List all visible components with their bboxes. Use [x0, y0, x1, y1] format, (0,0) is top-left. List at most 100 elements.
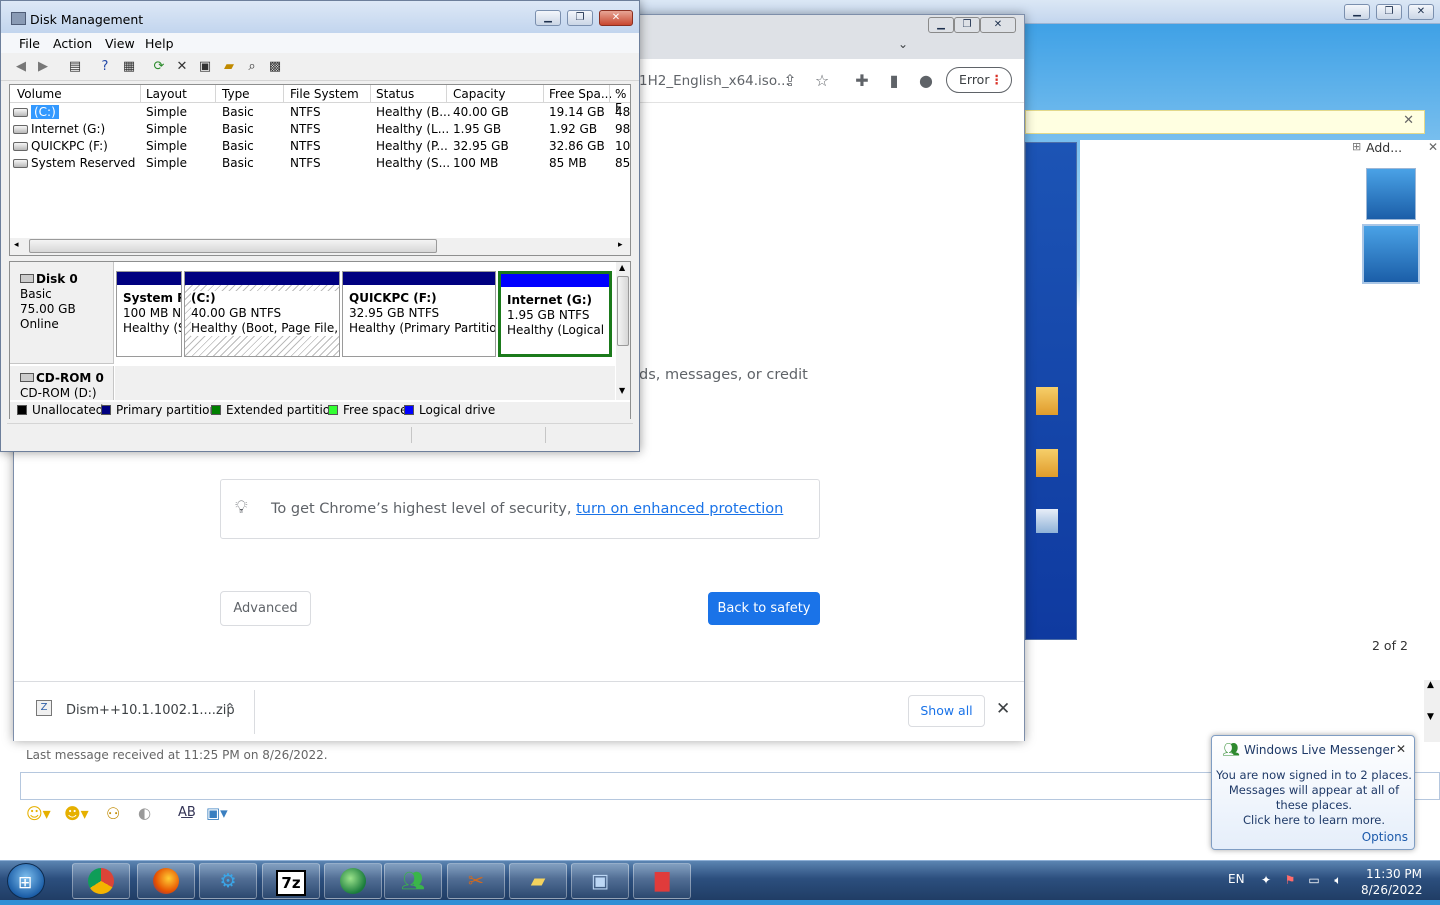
close-icon[interactable]: ✕	[996, 699, 1010, 719]
table-row[interactable]: QUICKPC (F:) Simple Basic NTFS Healthy (…	[10, 138, 630, 155]
close-icon[interactable]: ✕	[1403, 113, 1414, 128]
tab-search-chevron-icon[interactable]: ⌄	[898, 37, 908, 51]
scroll-down-icon[interactable]: ▼	[619, 386, 625, 395]
volume-icon[interactable]: 🔈︎	[1330, 873, 1346, 889]
download-filename[interactable]: Dism++10.1.1002.1....zip	[66, 703, 235, 718]
start-button[interactable]: ⊞	[7, 863, 45, 899]
taskbar-folder[interactable]: ▰	[509, 863, 567, 899]
scroll-up-icon[interactable]: ▲	[619, 263, 625, 272]
clock-date[interactable]: 8/26/2022	[1361, 883, 1423, 897]
messenger-tray-icon[interactable]: ✦	[1258, 873, 1274, 889]
minimize-button[interactable]: ▁	[535, 10, 561, 26]
network-error-icon[interactable]: ⚑	[1282, 873, 1298, 889]
menu-help[interactable]: Help	[145, 36, 174, 51]
back-arrow-icon[interactable]: ◀	[13, 59, 29, 75]
share-icon[interactable]: ⇪	[780, 71, 800, 91]
partition-c[interactable]: (C:) 40.00 GB NTFS Healthy (Boot, Page F…	[184, 271, 340, 357]
close-icon[interactable]: ✕	[1428, 140, 1438, 154]
menu-action[interactable]: Action	[53, 36, 92, 51]
messenger-notification[interactable]: 👥︎ Windows Live Messenger ✕ You are now …	[1211, 735, 1415, 850]
taskbar-toolbox[interactable]: ▇	[633, 863, 691, 899]
column-header-percent-free[interactable]: % F	[615, 87, 630, 115]
table-row[interactable]: (C:) Simple Basic NTFS Healthy (B... 40.…	[10, 104, 630, 121]
taskbar-remote-desktop[interactable]: ▣	[571, 863, 629, 899]
address-bar-text[interactable]: 1H2_English_x64.iso...	[639, 73, 790, 89]
scroll-right-icon[interactable]: ▸	[618, 240, 623, 250]
minimize-button[interactable]: ▁	[1344, 4, 1370, 20]
close-button[interactable]: ✕	[980, 17, 1016, 33]
help-icon[interactable]: ?	[97, 59, 113, 75]
column-header-type[interactable]: Type	[222, 87, 250, 103]
settings-icon[interactable]: ▩	[267, 59, 283, 75]
taskbar-tools[interactable]: ✂	[447, 863, 505, 899]
scrollbar[interactable]: ▲ ▼	[1424, 680, 1440, 742]
menu-file[interactable]: File	[19, 36, 40, 51]
emoticon-icon[interactable]: ☺▾	[26, 804, 51, 823]
column-header-volume[interactable]: Volume	[17, 87, 62, 103]
properties-icon[interactable]: ▦	[121, 59, 137, 75]
table-row[interactable]: Internet (G:) Simple Basic NTFS Healthy …	[10, 121, 630, 138]
taskbar-7zip[interactable]: 7z	[262, 863, 320, 899]
column-header-status[interactable]: Status	[376, 87, 414, 103]
close-button[interactable]: ✕	[599, 10, 633, 26]
menu-view[interactable]: View	[105, 36, 135, 51]
profile-avatar-icon[interactable]: ●	[916, 71, 936, 91]
restore-button[interactable]: ❐	[1376, 4, 1402, 20]
column-header-layout[interactable]: Layout	[146, 87, 187, 103]
maximize-button[interactable]: ❐	[954, 17, 980, 33]
thumbnail-2[interactable]	[1362, 224, 1420, 284]
thumbnail-1[interactable]	[1366, 168, 1416, 220]
cdrom-label[interactable]: CD-ROM 0 CD-ROM (D:)	[10, 366, 114, 400]
language-indicator[interactable]: EN	[1228, 872, 1245, 886]
scroll-up-icon[interactable]: ▲	[1427, 680, 1434, 690]
minimize-button[interactable]: ▁	[928, 17, 954, 33]
horizontal-scrollbar[interactable]: ◂ ▸	[10, 238, 630, 255]
side-panel-icon[interactable]: ▮	[884, 71, 904, 91]
scroll-left-icon[interactable]: ◂	[14, 240, 19, 250]
advanced-button[interactable]: Advanced	[220, 591, 311, 626]
chevron-up-icon[interactable]: ⌃	[224, 701, 236, 717]
column-header-filesystem[interactable]: File System	[290, 87, 359, 103]
notification-learn-more[interactable]: Click here to learn more.	[1216, 813, 1412, 828]
add-button[interactable]: Add...	[1366, 140, 1402, 155]
scroll-down-icon[interactable]: ▼	[1427, 712, 1434, 722]
scroll-thumb[interactable]	[617, 276, 629, 346]
refresh-icon[interactable]: ⟳	[151, 59, 167, 75]
vertical-scrollbar[interactable]: ▲ ▼	[616, 262, 630, 400]
taskbar-firefox[interactable]	[137, 863, 195, 899]
forward-arrow-icon[interactable]: ▶	[35, 59, 51, 75]
profile-error-button[interactable]: Error ⋮	[946, 67, 1012, 93]
disk0-label[interactable]: Disk 0 Basic 75.00 GB Online	[10, 262, 114, 364]
nudge-icon[interactable]: ⚇	[106, 804, 120, 823]
bookmark-star-icon[interactable]: ☆	[812, 71, 832, 91]
extensions-puzzle-icon[interactable]: ✚	[852, 71, 872, 91]
partition-system-reserved[interactable]: System R 100 MB N Healthy (S	[116, 271, 182, 357]
close-icon[interactable]: ✕	[1396, 742, 1406, 756]
network-icon[interactable]: ▭	[1306, 873, 1322, 889]
taskbar-messenger[interactable]: 👥︎	[384, 863, 442, 899]
options-link[interactable]: Options	[1362, 830, 1408, 844]
font-icon[interactable]: A͟B	[178, 805, 196, 820]
enhanced-protection-link[interactable]: turn on enhanced protection	[576, 501, 783, 517]
open-folder-icon[interactable]: ▰	[221, 59, 237, 75]
voice-clip-icon[interactable]: ◐	[138, 804, 151, 822]
scroll-thumb[interactable]	[29, 239, 437, 253]
maximize-button[interactable]: ❐	[567, 10, 593, 26]
menu-dots-icon[interactable]: ⋮	[991, 68, 1004, 92]
column-header-free-space[interactable]: Free Spa...	[549, 87, 612, 103]
delete-icon[interactable]: ✕	[174, 59, 190, 75]
column-header-capacity[interactable]: Capacity	[453, 87, 505, 103]
taskbar-chrome[interactable]	[72, 863, 130, 899]
clock-time[interactable]: 11:30 PM	[1366, 867, 1422, 881]
disk-properties-icon[interactable]: ▣	[197, 59, 213, 75]
back-to-safety-button[interactable]: Back to safety	[708, 592, 820, 625]
taskbar-network[interactable]	[324, 863, 382, 899]
share-icon[interactable]: ▣▾	[206, 804, 228, 822]
partition-quickpc[interactable]: QUICKPC (F:) 32.95 GB NTFS Healthy (Prim…	[342, 271, 496, 357]
close-button[interactable]: ✕	[1408, 4, 1434, 20]
taskbar-settings[interactable]: ⚙	[199, 863, 257, 899]
table-row[interactable]: System Reserved Simple Basic NTFS Health…	[10, 155, 630, 172]
show-hide-tree-icon[interactable]: ▤	[67, 59, 83, 75]
partition-internet[interactable]: Internet (G:) 1.95 GB NTFS Healthy (Logi…	[498, 271, 612, 357]
search-icon[interactable]: ⌕	[244, 59, 260, 75]
